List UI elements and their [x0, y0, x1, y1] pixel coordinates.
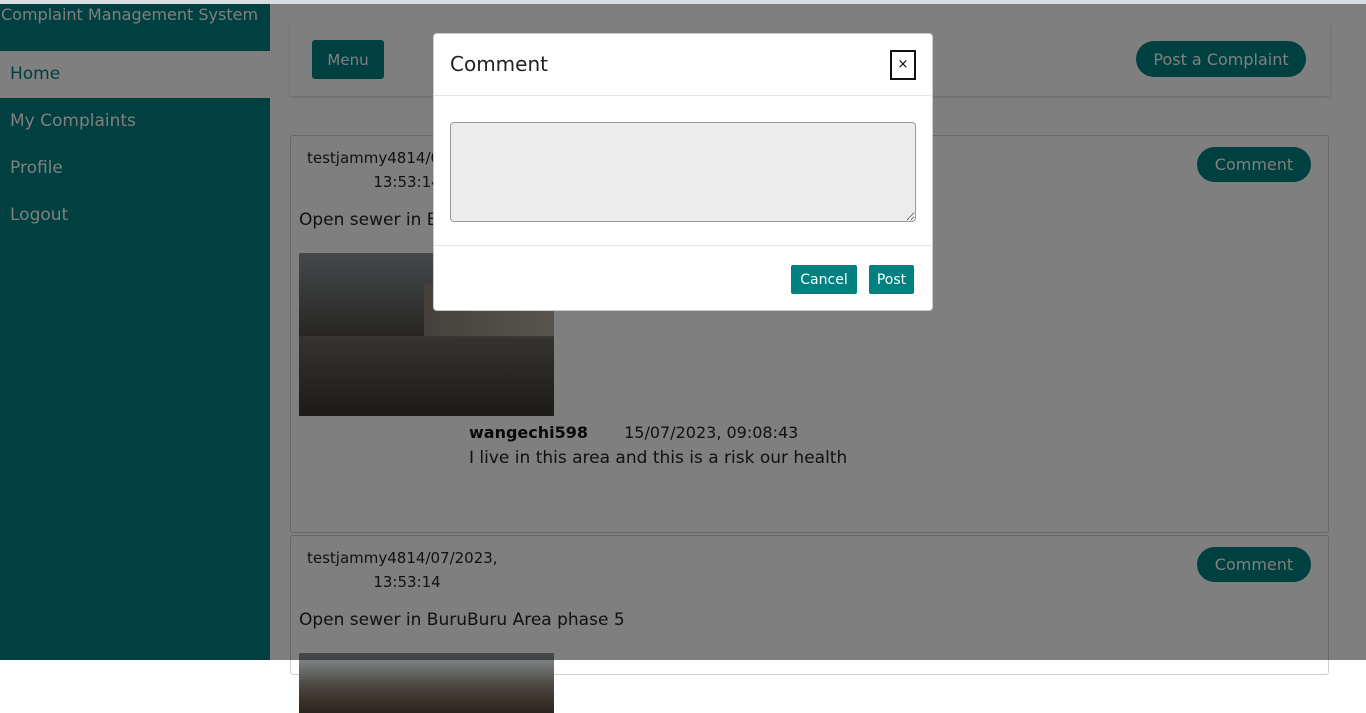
modal-title: Comment [450, 52, 548, 76]
close-button[interactable]: × [890, 50, 916, 80]
post-button[interactable]: Post [869, 265, 914, 294]
comment-input[interactable] [450, 122, 916, 222]
cancel-button[interactable]: Cancel [791, 265, 857, 294]
modal-body [434, 96, 932, 246]
browser-edge [0, 0, 1366, 4]
modal-header: Comment × [434, 34, 932, 96]
complaint-photo [299, 653, 554, 713]
modal-footer: Cancel Post [434, 246, 932, 310]
comment-modal: Comment × Cancel Post [433, 33, 933, 311]
